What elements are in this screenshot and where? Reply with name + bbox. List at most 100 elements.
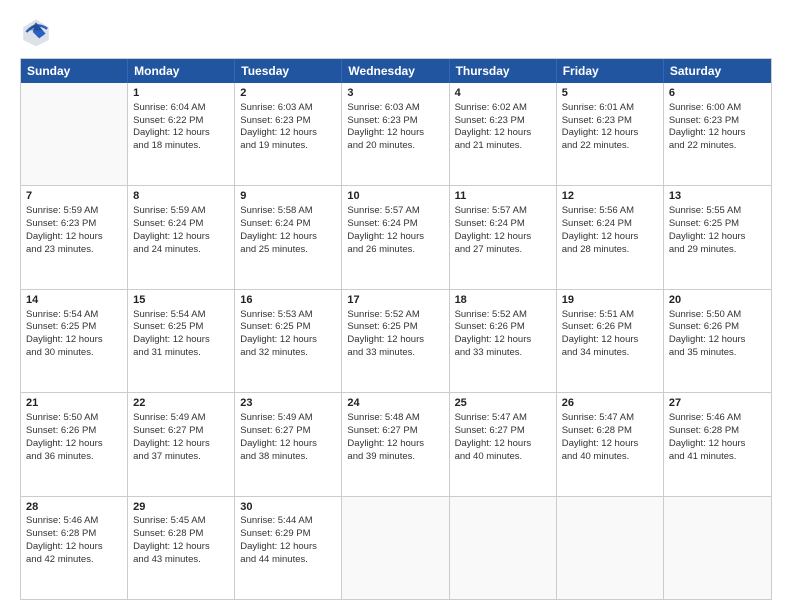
day-info: Sunrise: 5:47 AM — [562, 412, 658, 425]
day-info: Sunrise: 5:52 AM — [347, 309, 443, 322]
day-info: Sunset: 6:28 PM — [562, 425, 658, 438]
day-info: and 43 minutes. — [133, 554, 229, 567]
day-info: Sunrise: 5:44 AM — [240, 515, 336, 528]
day-number: 16 — [240, 293, 336, 308]
calendar: Sunday Monday Tuesday Wednesday Thursday… — [20, 58, 772, 600]
day-info: Daylight: 12 hours — [240, 231, 336, 244]
day-info: Sunrise: 5:48 AM — [347, 412, 443, 425]
calendar-row-3: 21Sunrise: 5:50 AMSunset: 6:26 PMDayligh… — [21, 393, 771, 496]
calendar-cell: 25Sunrise: 5:47 AMSunset: 6:27 PMDayligh… — [450, 393, 557, 495]
day-info: Daylight: 12 hours — [347, 127, 443, 140]
day-info: Daylight: 12 hours — [240, 438, 336, 451]
calendar-cell: 9Sunrise: 5:58 AMSunset: 6:24 PMDaylight… — [235, 186, 342, 288]
calendar-cell — [342, 497, 449, 599]
day-info: Sunset: 6:23 PM — [562, 115, 658, 128]
day-info: Daylight: 12 hours — [347, 334, 443, 347]
logo — [20, 16, 56, 48]
day-info: Sunrise: 5:46 AM — [26, 515, 122, 528]
day-info: Sunrise: 5:50 AM — [26, 412, 122, 425]
calendar-cell — [664, 497, 771, 599]
day-info: Daylight: 12 hours — [133, 127, 229, 140]
day-number: 26 — [562, 396, 658, 411]
day-info: and 29 minutes. — [669, 244, 766, 257]
calendar-cell: 11Sunrise: 5:57 AMSunset: 6:24 PMDayligh… — [450, 186, 557, 288]
day-info: and 37 minutes. — [133, 451, 229, 464]
day-info: Sunset: 6:28 PM — [669, 425, 766, 438]
day-info: Sunset: 6:28 PM — [26, 528, 122, 541]
day-info: Sunrise: 5:46 AM — [669, 412, 766, 425]
calendar-cell: 6Sunrise: 6:00 AMSunset: 6:23 PMDaylight… — [664, 83, 771, 185]
day-info: Sunset: 6:24 PM — [347, 218, 443, 231]
day-info: and 40 minutes. — [562, 451, 658, 464]
day-info: Daylight: 12 hours — [455, 127, 551, 140]
day-info: Daylight: 12 hours — [133, 334, 229, 347]
calendar-cell: 15Sunrise: 5:54 AMSunset: 6:25 PMDayligh… — [128, 290, 235, 392]
day-info: and 18 minutes. — [133, 140, 229, 153]
day-info: and 28 minutes. — [562, 244, 658, 257]
header-tuesday: Tuesday — [235, 59, 342, 83]
day-info: Sunrise: 5:55 AM — [669, 205, 766, 218]
calendar-cell — [21, 83, 128, 185]
day-number: 25 — [455, 396, 551, 411]
day-info: and 44 minutes. — [240, 554, 336, 567]
header-monday: Monday — [128, 59, 235, 83]
calendar-cell — [557, 497, 664, 599]
day-info: Sunset: 6:26 PM — [669, 321, 766, 334]
calendar-cell: 16Sunrise: 5:53 AMSunset: 6:25 PMDayligh… — [235, 290, 342, 392]
day-info: and 26 minutes. — [347, 244, 443, 257]
day-info: and 21 minutes. — [455, 140, 551, 153]
day-number: 29 — [133, 500, 229, 515]
day-info: Sunset: 6:25 PM — [240, 321, 336, 334]
day-info: Daylight: 12 hours — [133, 541, 229, 554]
day-info: Sunrise: 5:54 AM — [133, 309, 229, 322]
day-info: Sunrise: 6:01 AM — [562, 102, 658, 115]
day-number: 5 — [562, 86, 658, 101]
day-info: Sunrise: 5:50 AM — [669, 309, 766, 322]
day-number: 2 — [240, 86, 336, 101]
day-info: Sunset: 6:26 PM — [562, 321, 658, 334]
calendar-cell: 18Sunrise: 5:52 AMSunset: 6:26 PMDayligh… — [450, 290, 557, 392]
day-number: 11 — [455, 189, 551, 204]
day-info: and 34 minutes. — [562, 347, 658, 360]
calendar-cell: 17Sunrise: 5:52 AMSunset: 6:25 PMDayligh… — [342, 290, 449, 392]
day-info: Sunrise: 6:04 AM — [133, 102, 229, 115]
day-info: Sunrise: 6:03 AM — [240, 102, 336, 115]
day-info: Daylight: 12 hours — [240, 541, 336, 554]
day-info: and 20 minutes. — [347, 140, 443, 153]
day-info: Sunset: 6:24 PM — [240, 218, 336, 231]
day-info: Sunset: 6:23 PM — [455, 115, 551, 128]
calendar-row-4: 28Sunrise: 5:46 AMSunset: 6:28 PM Dayligh… — [21, 497, 771, 599]
day-info: Sunrise: 5:49 AM — [240, 412, 336, 425]
day-info: and 35 minutes. — [669, 347, 766, 360]
day-info: Sunrise: 5:58 AM — [240, 205, 336, 218]
day-info: and 25 minutes. — [240, 244, 336, 257]
calendar-cell: 12Sunrise: 5:56 AMSunset: 6:24 PMDayligh… — [557, 186, 664, 288]
day-info: Sunset: 6:25 PM — [133, 321, 229, 334]
day-number: 27 — [669, 396, 766, 411]
day-number: 20 — [669, 293, 766, 308]
day-info: Daylight: 12 hours — [455, 438, 551, 451]
day-number: 13 — [669, 189, 766, 204]
day-info: Sunset: 6:27 PM — [133, 425, 229, 438]
day-info: Sunrise: 5:57 AM — [347, 205, 443, 218]
day-info: and 42 minutes. — [26, 554, 122, 567]
day-info: Daylight: 12 hours — [669, 334, 766, 347]
day-info: Daylight: 12 hours — [347, 438, 443, 451]
day-info: Sunrise: 5:59 AM — [133, 205, 229, 218]
calendar-cell: 30Sunrise: 5:44 AMSunset: 6:29 PMDayligh… — [235, 497, 342, 599]
calendar-cell: 24Sunrise: 5:48 AMSunset: 6:27 PMDayligh… — [342, 393, 449, 495]
calendar-cell: 20Sunrise: 5:50 AMSunset: 6:26 PMDayligh… — [664, 290, 771, 392]
calendar-cell: 19Sunrise: 5:51 AMSunset: 6:26 PMDayligh… — [557, 290, 664, 392]
day-info: Daylight: 12 hours — [133, 438, 229, 451]
day-number: 28 — [26, 500, 122, 515]
logo-icon — [20, 16, 52, 48]
day-number: 8 — [133, 189, 229, 204]
day-info: Sunrise: 6:03 AM — [347, 102, 443, 115]
day-number: 17 — [347, 293, 443, 308]
day-number: 24 — [347, 396, 443, 411]
header-thursday: Thursday — [450, 59, 557, 83]
day-info: Sunset: 6:26 PM — [455, 321, 551, 334]
day-info: Sunset: 6:23 PM — [26, 218, 122, 231]
day-info: and 22 minutes. — [669, 140, 766, 153]
day-info: Sunrise: 5:53 AM — [240, 309, 336, 322]
